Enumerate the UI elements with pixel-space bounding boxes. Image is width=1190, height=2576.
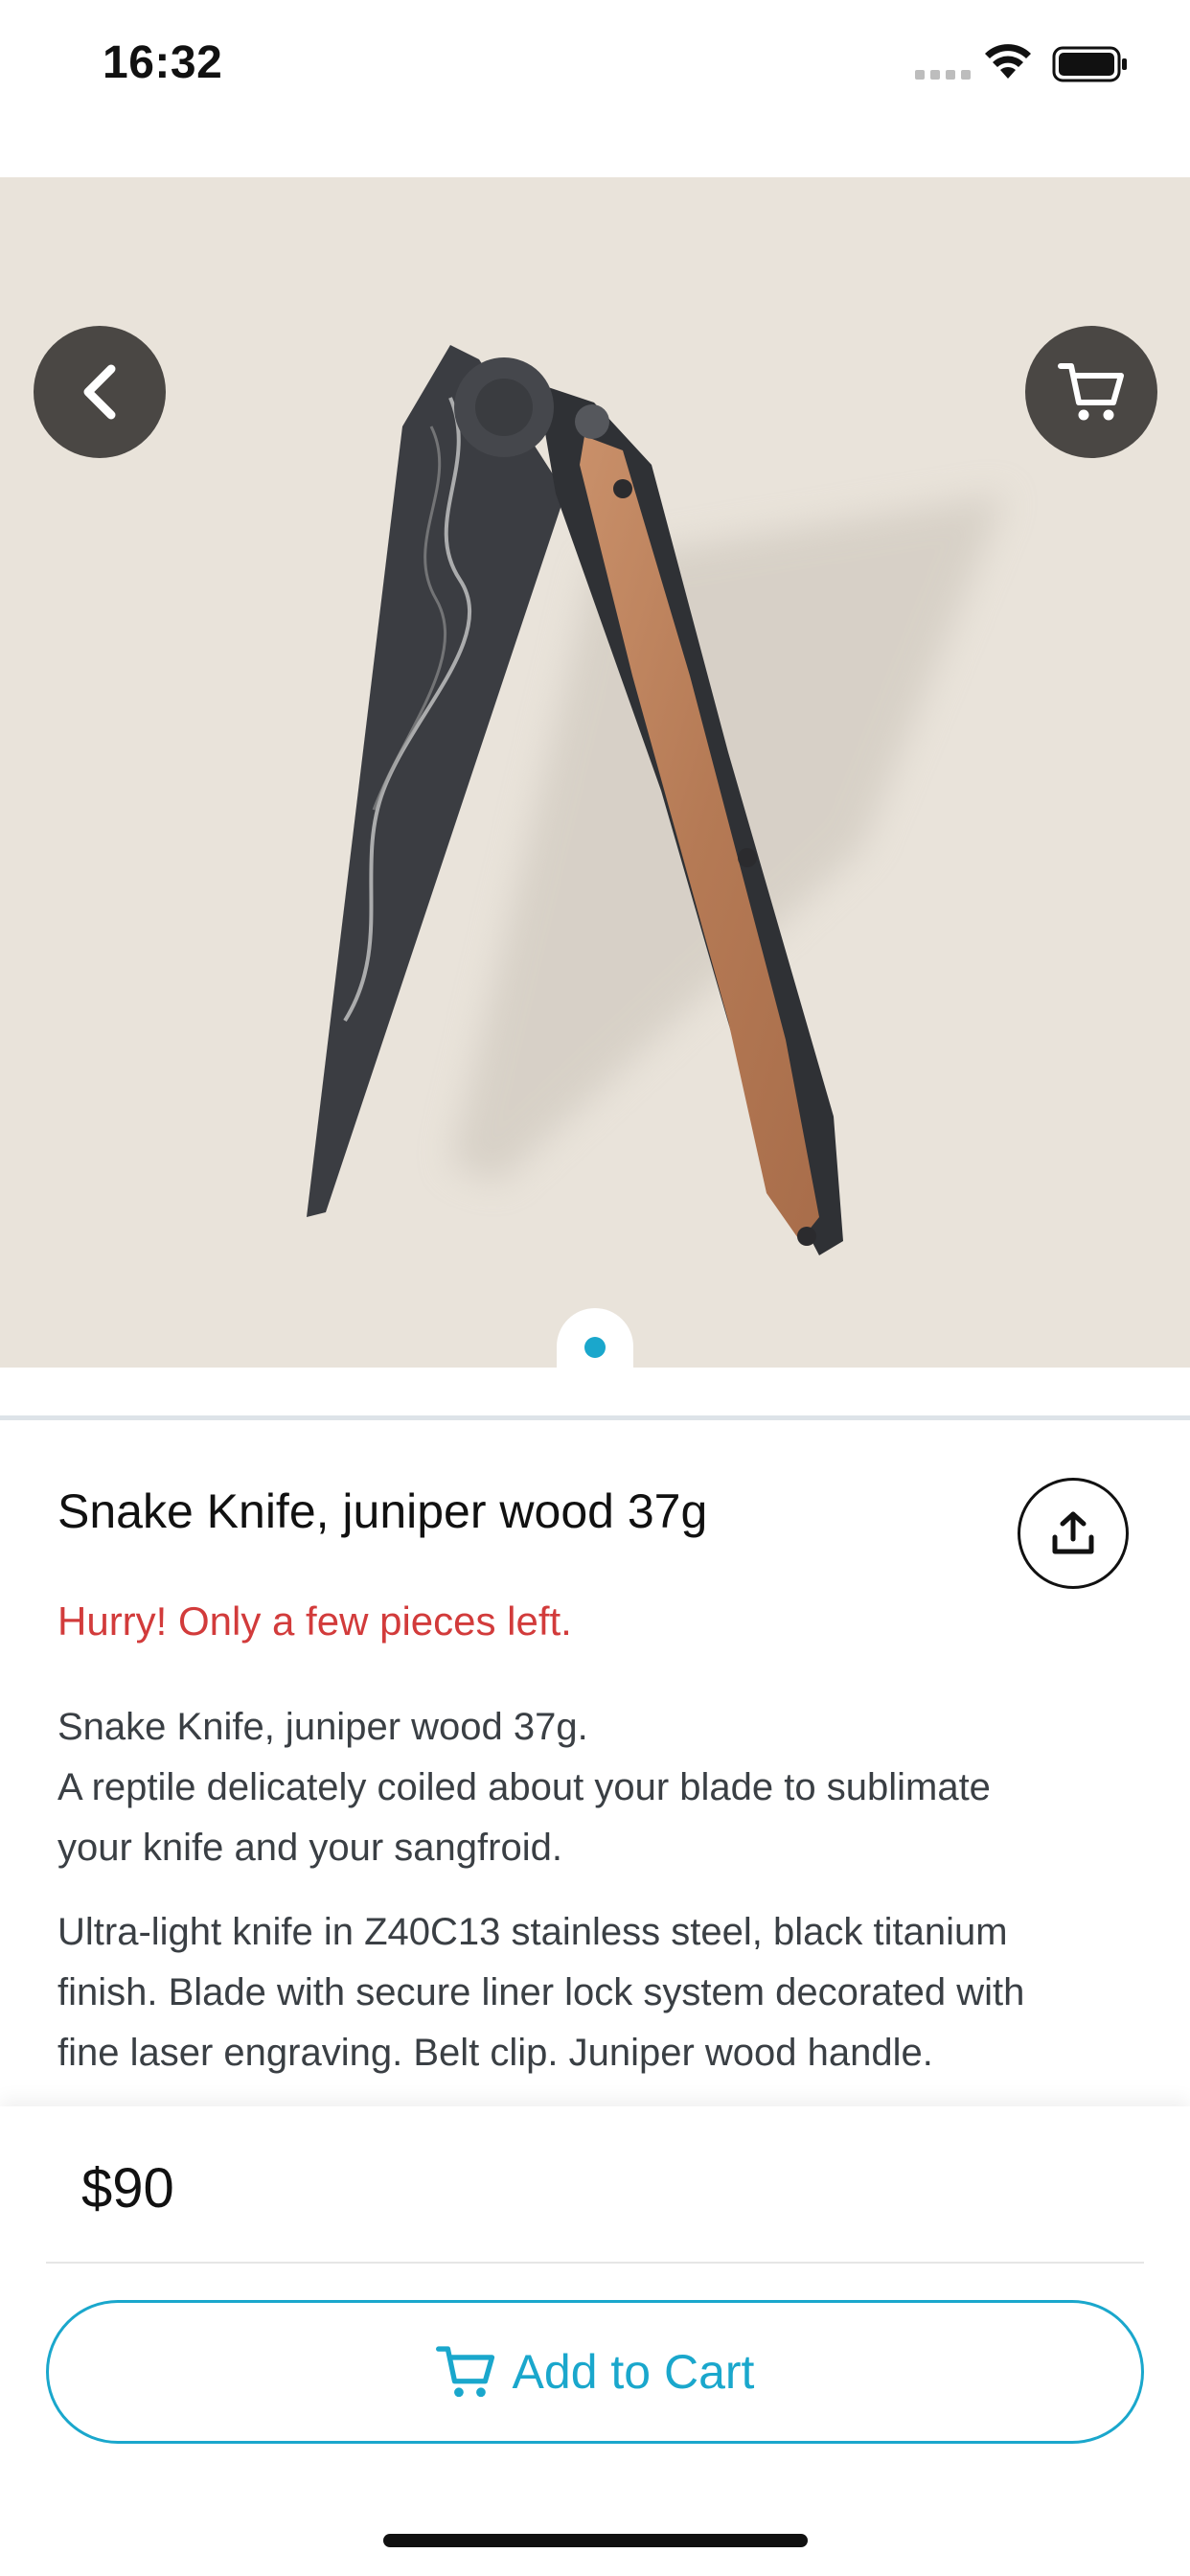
price-divider (46, 2262, 1144, 2264)
add-to-cart-button[interactable]: Add to Cart (46, 2300, 1144, 2444)
description-line: finish. Blade with secure liner lock sys… (57, 1971, 1025, 2013)
carousel-dot-active[interactable] (584, 1337, 606, 1358)
product-image-carousel[interactable] (0, 177, 1190, 1368)
share-button[interactable] (1018, 1478, 1129, 1589)
description-line: Snake Knife, juniper wood 37g. (57, 1706, 588, 1748)
description-line: your knife and your sangfroid. (57, 1827, 562, 1869)
chevron-left-icon (83, 364, 116, 420)
stock-urgency-message: Hurry! Only a few pieces left. (57, 1598, 572, 1644)
product-description-details: Ultra-light knife in Z40C13 stainless st… (57, 1902, 1140, 2083)
status-bar: 16:32 (0, 0, 1190, 134)
battery-icon (1052, 46, 1127, 82)
description-line: Ultra-light knife in Z40C13 stainless st… (57, 1911, 1008, 1953)
wifi-icon (985, 44, 1031, 79)
cart-icon (435, 2346, 494, 2398)
section-divider (0, 1415, 1190, 1420)
carousel-page-indicator (557, 1308, 633, 1375)
back-button[interactable] (34, 326, 166, 458)
home-indicator[interactable] (383, 2534, 808, 2547)
cart-button[interactable] (1025, 326, 1157, 458)
product-image (307, 345, 1006, 1255)
add-to-cart-label: Add to Cart (512, 2345, 755, 2399)
cart-icon (1058, 363, 1124, 421)
status-time: 16:32 (103, 37, 223, 88)
description-line: fine laser engraving. Belt clip. Juniper… (57, 2032, 933, 2074)
cellular-signal-icon (915, 70, 971, 80)
share-icon (1052, 1511, 1094, 1554)
product-price: $90 (81, 2157, 174, 2220)
product-title: Snake Knife, juniper wood 37g (57, 1484, 708, 1538)
product-description-summary: Snake Knife, juniper wood 37g. A reptile… (57, 1697, 1140, 1878)
description-line: A reptile delicately coiled about your b… (57, 1766, 991, 1808)
